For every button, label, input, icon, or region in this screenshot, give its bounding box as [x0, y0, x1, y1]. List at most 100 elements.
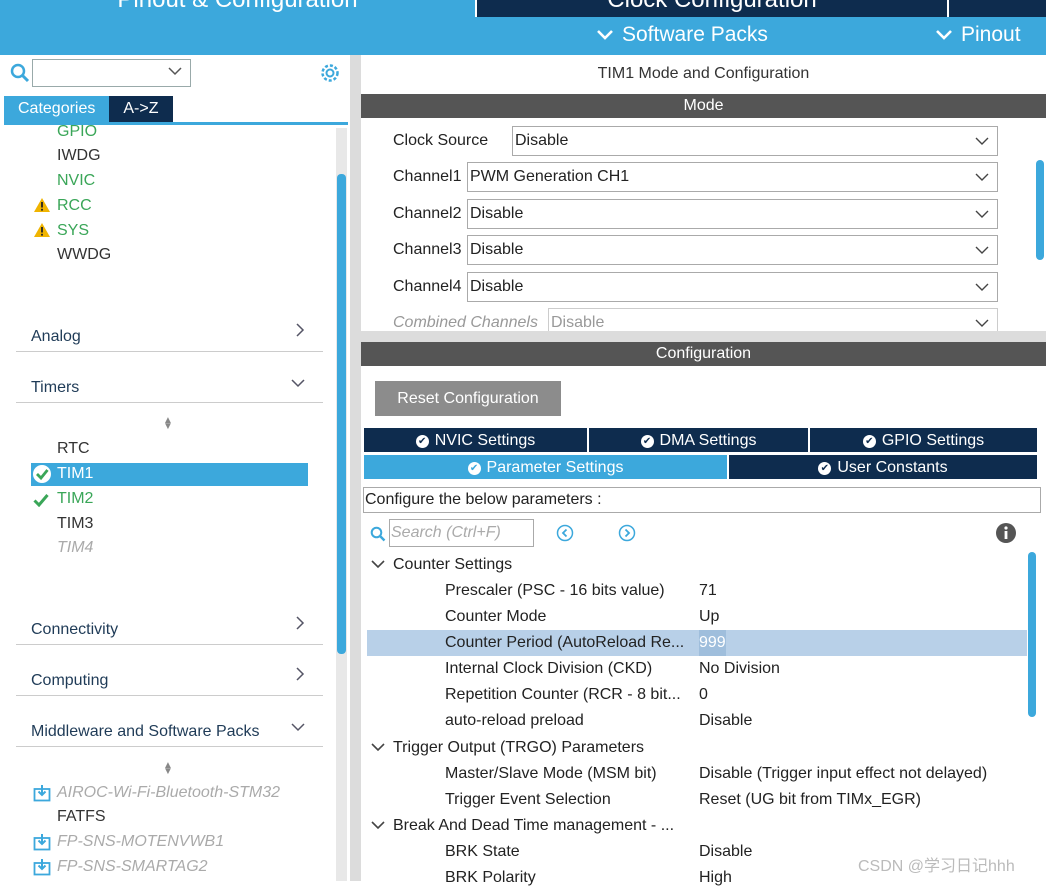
- tree-item-gpio[interactable]: GPIO: [33, 121, 313, 143]
- param-group[interactable]: Trigger Output (TRGO) Parameters: [371, 735, 644, 761]
- tab-pinout-configuration[interactable]: Pinout & Configuration: [0, 0, 475, 17]
- section-analog[interactable]: Analog: [16, 315, 323, 352]
- param-value: Disable (Trigger input effect not delaye…: [699, 765, 988, 782]
- mode-label: Clock Source: [393, 132, 489, 149]
- tab-label: DMA Settings: [659, 432, 757, 449]
- tree-item-tim3[interactable]: TIM3: [31, 513, 308, 535]
- param-group[interactable]: Break And Dead Time management - ...: [371, 813, 674, 839]
- tree-item-iwdg[interactable]: IWDG: [33, 145, 313, 167]
- panel-divider[interactable]: [350, 55, 361, 881]
- category-tabs: Categories A->Z: [4, 96, 173, 122]
- mode-select-value: Disable: [551, 314, 605, 331]
- mode-label: Channel3: [393, 241, 462, 258]
- mode-splitter[interactable]: [361, 331, 1046, 342]
- tab-dma-settings[interactable]: ✔ DMA Settings: [589, 428, 808, 452]
- tree-item-middleware[interactable]: FP-SNS-MOTENVWB1: [31, 831, 331, 853]
- section-computing[interactable]: Computing: [16, 659, 323, 696]
- check-circle-icon: ✔: [862, 435, 876, 448]
- param-name: Trigger Event Selection: [445, 791, 611, 808]
- search-icon: [370, 526, 386, 547]
- param-row[interactable]: Repetition Counter (RCR - 8 bit... 0: [367, 682, 1027, 708]
- top-tab-strip: Pinout & Configuration Clock Configurati…: [0, 0, 1046, 17]
- mode-scrollbar[interactable]: [1034, 125, 1044, 330]
- section-timers[interactable]: Timers: [16, 366, 323, 403]
- tree-item-tim1[interactable]: TIM1: [31, 463, 308, 486]
- tree-item-middleware[interactable]: FP-SNS-SMARTAG2: [31, 856, 331, 878]
- section-middleware[interactable]: Middleware and Software Packs: [16, 710, 323, 747]
- tree-item-nvic[interactable]: NVIC: [33, 170, 313, 192]
- tab-parameter-settings[interactable]: ✔ Parameter Settings: [364, 455, 727, 479]
- reset-configuration-button[interactable]: Reset Configuration: [375, 381, 561, 416]
- chevron-down-icon: [371, 552, 389, 578]
- configure-description: Configure the below parameters :: [363, 487, 1041, 513]
- left-scrollbar-thumb[interactable]: [337, 174, 346, 654]
- sort-icon[interactable]: ▲ ▼: [163, 761, 173, 777]
- section-timers-label: Timers: [31, 379, 80, 396]
- chevron-right-icon: [295, 323, 305, 342]
- tree-item-label: TIM2: [57, 490, 94, 507]
- left-scrollbar[interactable]: [336, 128, 347, 881]
- param-row[interactable]: Prescaler (PSC - 16 bits value) 71: [367, 578, 1027, 604]
- mode-select[interactable]: Disable: [467, 199, 998, 229]
- sort-icon[interactable]: ▲ ▼: [163, 416, 173, 432]
- chevron-down-icon: [371, 813, 389, 839]
- param-value: Disable: [699, 712, 753, 729]
- next-match-icon[interactable]: [618, 524, 636, 547]
- param-value: No Division: [699, 660, 780, 677]
- parameter-scrollbar[interactable]: [1026, 548, 1038, 881]
- pinout-menu[interactable]: Pinout: [935, 23, 1021, 47]
- param-row[interactable]: auto-reload preload Disable: [367, 708, 1027, 734]
- tree-item-sys[interactable]: SYS: [33, 220, 313, 242]
- search-icon[interactable]: [10, 63, 30, 88]
- warning-icon: [33, 197, 51, 220]
- info-icon[interactable]: [995, 522, 1017, 549]
- mode-select[interactable]: PWM Generation CH1: [467, 162, 998, 192]
- param-value: Disable: [699, 843, 753, 860]
- tree-item-wwdg[interactable]: WWDG: [33, 244, 313, 266]
- configuration-band: Configuration: [361, 342, 1046, 366]
- parameter-search-input[interactable]: Search (Ctrl+F): [389, 519, 534, 547]
- mode-select[interactable]: Disable: [467, 272, 998, 302]
- mode-select[interactable]: Disable: [512, 126, 998, 156]
- tab-user-constants[interactable]: ✔ User Constants: [729, 455, 1037, 479]
- tree-item-label: AIROC-Wi-Fi-Bluetooth-STM32: [57, 784, 281, 801]
- mode-select[interactable]: Disable: [467, 235, 998, 265]
- section-connectivity[interactable]: Connectivity: [16, 608, 323, 645]
- software-packs-menu[interactable]: Software Packs: [596, 23, 768, 47]
- tab-nvic-settings[interactable]: ✔ NVIC Settings: [364, 428, 587, 452]
- chevron-right-icon: [295, 667, 305, 686]
- param-group[interactable]: Counter Settings: [371, 552, 512, 578]
- tree-item-rtc[interactable]: RTC: [31, 438, 308, 460]
- chevron-down-icon: [975, 273, 989, 310]
- tree-item-tim2[interactable]: TIM2: [31, 488, 308, 510]
- tab-gpio-settings[interactable]: ✔ GPIO Settings: [810, 428, 1037, 452]
- tab-clock-configuration[interactable]: Clock Configuration: [477, 0, 947, 17]
- param-name: BRK State: [445, 843, 520, 860]
- param-row[interactable]: Trigger Event Selection Reset (UG bit fro…: [367, 787, 1027, 813]
- param-group-label: Counter Settings: [393, 556, 513, 573]
- tab-categories[interactable]: Categories: [4, 96, 110, 122]
- tree-item-label: GPIO: [57, 123, 98, 140]
- tree-item-rcc[interactable]: RCC: [33, 195, 313, 217]
- param-row[interactable]: Master/Slave Mode (MSM bit) Disable (Trig…: [367, 761, 1027, 787]
- param-row[interactable]: Counter Period (AutoReload Re... 999: [367, 630, 1027, 656]
- previous-match-icon[interactable]: [556, 524, 574, 547]
- param-row[interactable]: Counter Mode Up: [367, 604, 1027, 630]
- category-search-select[interactable]: [32, 59, 191, 87]
- check-circle-icon: ✔: [415, 435, 429, 448]
- param-value: 0: [699, 686, 708, 703]
- mode-scrollbar-thumb[interactable]: [1036, 160, 1044, 260]
- chevron-down-icon: [975, 236, 989, 273]
- parameter-scrollbar-thumb[interactable]: [1028, 552, 1036, 717]
- param-row[interactable]: Internal Clock Division (CKD) No Division: [367, 656, 1027, 682]
- tree-item-middleware[interactable]: AIROC-Wi-Fi-Bluetooth-STM32: [31, 782, 331, 804]
- tab-label: NVIC Settings: [434, 432, 536, 449]
- tree-item-middleware[interactable]: FATFS: [31, 806, 331, 828]
- chevron-down-icon: [975, 163, 989, 200]
- gear-icon[interactable]: [319, 62, 341, 89]
- tab-a-z[interactable]: A->Z: [109, 96, 173, 122]
- tab-more[interactable]: [949, 0, 1046, 17]
- mode-select-value: Disable: [470, 241, 524, 258]
- param-name: Counter Period (AutoReload Re...: [445, 634, 685, 651]
- tree-item-label: NVIC: [57, 172, 96, 189]
